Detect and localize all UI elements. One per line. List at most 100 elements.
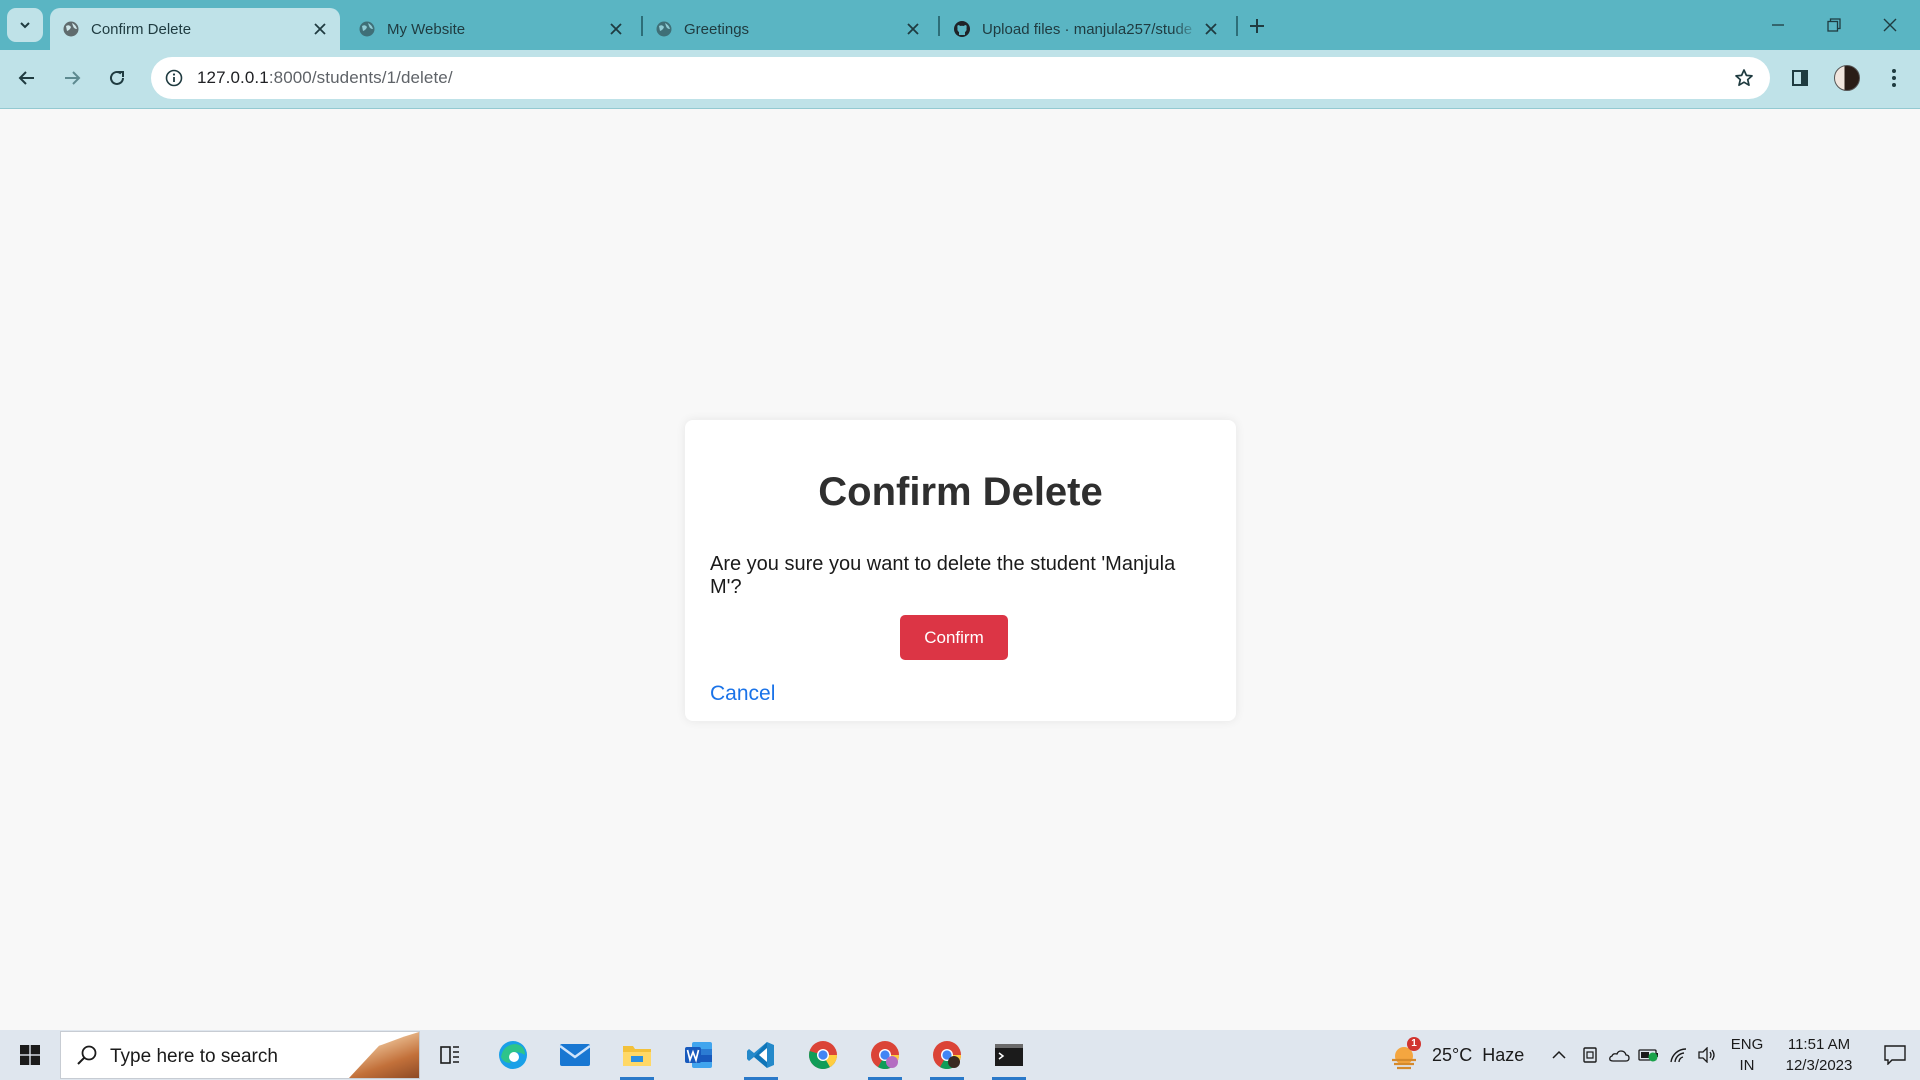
vscode-app[interactable] (736, 1030, 786, 1080)
windows-taskbar: Type here to search 1 25°C Haze ENG IN 1… (0, 1030, 1920, 1080)
notifications-button[interactable] (1870, 1030, 1920, 1080)
url-path: :8000/students/1/delete/ (268, 68, 453, 87)
chrome-icon (809, 1041, 837, 1069)
speaker-icon (1698, 1047, 1715, 1063)
back-button[interactable] (9, 60, 45, 96)
address-bar[interactable]: 127.0.0.1:8000/students/1/delete/ (151, 57, 1770, 99)
tab-confirm-delete[interactable]: Confirm Delete (50, 8, 340, 50)
tab-title: Upload files · manjula257/stude (982, 20, 1193, 38)
close-tab-icon[interactable] (901, 17, 925, 41)
minimize-button[interactable] (1750, 0, 1806, 50)
cancel-link[interactable]: Cancel (710, 682, 775, 706)
url-text: 127.0.0.1:8000/students/1/delete/ (197, 68, 453, 88)
weather-alert-badge: 1 (1407, 1037, 1421, 1051)
tray-app[interactable] (1578, 1030, 1602, 1080)
input-language[interactable]: ENG IN (1728, 1034, 1766, 1076)
page-viewport: Confirm Delete Are you sure you want to … (0, 110, 1920, 1030)
terminal-app[interactable] (984, 1030, 1034, 1080)
tab-separator (938, 16, 940, 36)
globe-icon (62, 20, 80, 38)
language-code: ENG (1730, 1036, 1764, 1053)
forward-button[interactable] (54, 60, 90, 96)
close-tab-icon[interactable] (604, 17, 628, 41)
confirm-message: Are you sure you want to delete the stud… (710, 553, 1176, 598)
notification-icon (1884, 1045, 1906, 1065)
mail-icon (559, 1044, 591, 1066)
browser-toolbar: 127.0.0.1:8000/students/1/delete/ (0, 50, 1920, 109)
plus-icon (1250, 19, 1264, 33)
tab-my-website[interactable]: My Website (346, 8, 636, 50)
start-button[interactable] (0, 1030, 60, 1080)
clock-time: 11:51 AM (1787, 1036, 1851, 1053)
reload-button[interactable] (99, 60, 135, 96)
vscode-icon (747, 1042, 774, 1068)
search-placeholder: Type here to search (110, 1046, 278, 1067)
tab-strip: Confirm Delete My Website Greetings Uplo… (0, 0, 1920, 50)
mail-app[interactable] (550, 1030, 600, 1080)
bookmark-star-icon[interactable] (1730, 64, 1758, 92)
github-icon (953, 20, 971, 38)
reload-icon (110, 70, 124, 85)
tab-separator (1236, 16, 1238, 36)
word-icon (685, 1042, 712, 1068)
side-panel-button[interactable] (1782, 60, 1818, 96)
region-code: IN (1739, 1057, 1755, 1074)
weather-condition: Haze (1482, 1044, 1525, 1065)
battery-charging-icon (1638, 1049, 1658, 1062)
globe-icon (655, 20, 673, 38)
globe-icon (358, 20, 376, 38)
onedrive-button[interactable] (1606, 1030, 1632, 1080)
close-tab-icon[interactable] (1199, 17, 1223, 41)
confirm-delete-card: Confirm Delete Are you sure you want to … (685, 420, 1236, 721)
show-hidden-icons-button[interactable] (1546, 1030, 1572, 1080)
minimize-icon (1772, 24, 1784, 26)
confirm-button[interactable]: Confirm (900, 615, 1008, 660)
tab-title: My Website (387, 20, 466, 38)
restore-button[interactable] (1806, 0, 1862, 50)
windows-logo-icon (20, 1045, 40, 1065)
chrome-profile-2-icon (933, 1041, 961, 1069)
tab-title: Confirm Delete (91, 20, 192, 38)
task-view-button[interactable] (425, 1030, 475, 1080)
chrome-menu-button[interactable] (1876, 60, 1912, 96)
chrome-profile-app[interactable] (860, 1030, 910, 1080)
page-title: Confirm Delete (818, 470, 1103, 514)
arrow-right-icon (65, 71, 81, 85)
file-explorer-icon (623, 1046, 651, 1066)
word-app[interactable] (674, 1030, 724, 1080)
volume-button[interactable] (1694, 1030, 1720, 1080)
tab-greetings[interactable]: Greetings (643, 8, 933, 50)
close-window-button[interactable] (1862, 0, 1918, 50)
chrome-app[interactable] (798, 1030, 848, 1080)
haze-weather-icon: 1 (1390, 1037, 1421, 1070)
edge-icon (499, 1041, 527, 1069)
new-tab-button[interactable] (1243, 12, 1271, 40)
meet-now-icon (1583, 1047, 1597, 1063)
close-icon (1883, 18, 1897, 32)
profile-avatar[interactable] (1834, 65, 1860, 91)
weather-widget[interactable]: 1 25°C Haze (1390, 1030, 1530, 1080)
arrow-left-icon (18, 71, 34, 85)
tab-title: Greetings (684, 20, 750, 38)
site-info-icon[interactable] (159, 63, 189, 93)
kebab-menu-icon (1892, 69, 1896, 87)
edge-app[interactable] (488, 1030, 538, 1080)
chevron-up-icon (1552, 1050, 1566, 1059)
onedrive-cloud-icon (1609, 1050, 1630, 1062)
wifi-icon (1670, 1048, 1687, 1063)
clock[interactable]: 11:51 AM 12/3/2023 (1772, 1034, 1866, 1076)
tab-search-button[interactable] (7, 8, 43, 42)
clock-date: 12/3/2023 (1785, 1057, 1853, 1074)
network-button[interactable] (1666, 1030, 1692, 1080)
restore-icon (1827, 18, 1841, 32)
close-tab-icon[interactable] (308, 17, 332, 41)
side-panel-icon (1792, 70, 1808, 86)
file-explorer-app[interactable] (612, 1030, 662, 1080)
tab-upload-files[interactable]: Upload files · manjula257/stude (941, 8, 1231, 50)
chrome-profile-2-app[interactable] (922, 1030, 972, 1080)
terminal-icon (995, 1044, 1023, 1066)
chevron-down-icon (20, 22, 30, 29)
chrome-profile-icon (871, 1041, 899, 1069)
taskbar-search-box[interactable]: Type here to search (60, 1031, 420, 1079)
battery-button[interactable] (1636, 1030, 1662, 1080)
